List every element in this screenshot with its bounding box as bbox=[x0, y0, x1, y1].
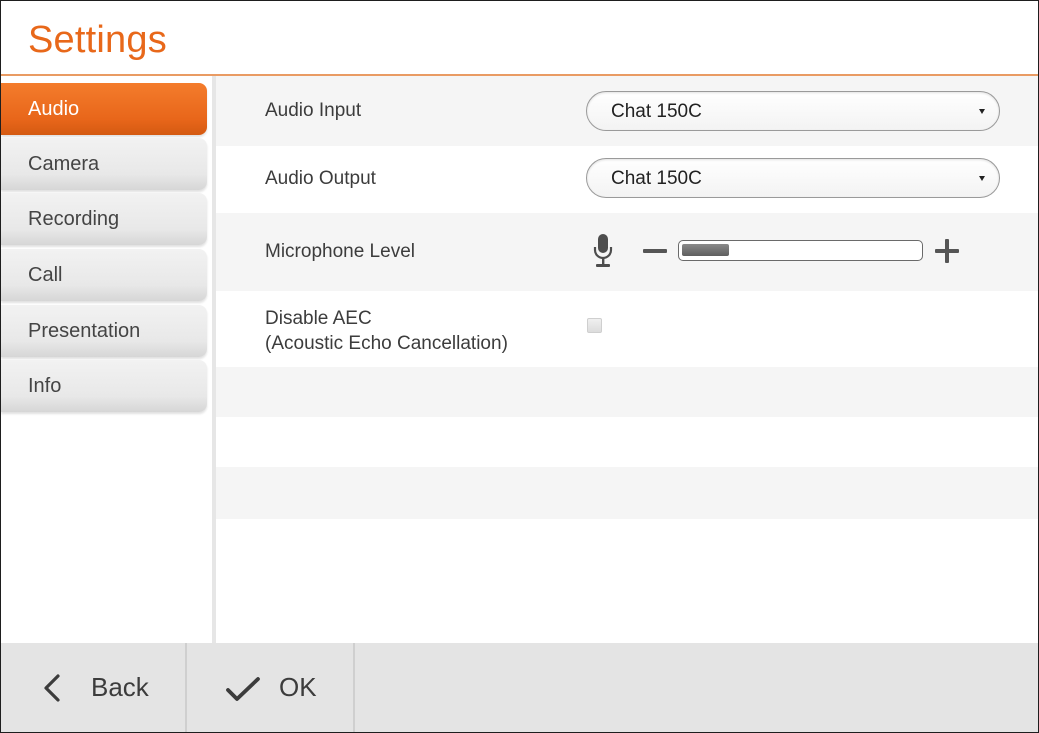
back-button-label: Back bbox=[91, 672, 149, 702]
aec-label: Disable AEC (Acoustic Echo Cancellation) bbox=[265, 306, 508, 356]
dropdown-caret-icon bbox=[979, 176, 985, 181]
page-title: Settings bbox=[28, 19, 167, 61]
sidebar-item-info[interactable]: Info bbox=[1, 360, 207, 412]
sidebar-item-call[interactable]: Call bbox=[1, 249, 207, 301]
audio-input-label: Audio Input bbox=[265, 100, 362, 121]
aec-label-line1: Disable AEC bbox=[265, 308, 372, 329]
audio-output-select[interactable]: Chat 150C bbox=[586, 158, 1000, 198]
disable-aec-checkbox[interactable] bbox=[587, 318, 602, 333]
sidebar-item-presentation[interactable]: Presentation bbox=[1, 305, 207, 357]
microphone-icon bbox=[593, 234, 613, 267]
dropdown-caret-icon bbox=[979, 109, 985, 114]
back-button[interactable]: Back bbox=[1, 643, 187, 732]
audio-output-value: Chat 150C bbox=[611, 168, 702, 189]
audio-input-value: Chat 150C bbox=[611, 101, 702, 122]
microphone-level-label: Microphone Level bbox=[265, 241, 415, 262]
sidebar: Audio Camera Recording Call Presentation… bbox=[1, 76, 216, 643]
settings-content: Audio Input Chat 150C Audio Output Chat … bbox=[216, 76, 1038, 643]
sidebar-item-camera[interactable]: Camera bbox=[1, 138, 207, 190]
empty-row bbox=[216, 417, 1038, 467]
mic-level-increase-button[interactable] bbox=[935, 239, 959, 263]
ok-button-label: OK bbox=[279, 672, 317, 702]
chevron-left-icon bbox=[44, 674, 60, 702]
empty-row bbox=[216, 467, 1038, 519]
audio-output-label: Audio Output bbox=[265, 168, 376, 189]
aec-label-line2: (Acoustic Echo Cancellation) bbox=[265, 333, 508, 354]
audio-input-select[interactable]: Chat 150C bbox=[586, 91, 1000, 131]
mic-level-decrease-button[interactable] bbox=[643, 249, 667, 253]
aec-row: Disable AEC (Acoustic Echo Cancellation) bbox=[216, 291, 1038, 367]
empty-row bbox=[216, 367, 1038, 417]
audio-input-row: Audio Input Chat 150C bbox=[216, 76, 1038, 146]
sidebar-item-audio[interactable]: Audio bbox=[1, 83, 207, 135]
audio-output-row: Audio Output Chat 150C bbox=[216, 146, 1038, 213]
header: Settings bbox=[1, 1, 1038, 77]
mic-level-fill bbox=[682, 244, 729, 256]
settings-window: Settings Audio Camera Recording Call Pre… bbox=[0, 0, 1039, 733]
microphone-level-row: Microphone Level bbox=[216, 213, 1038, 291]
mic-level-slider[interactable] bbox=[678, 240, 923, 261]
ok-button[interactable]: OK bbox=[189, 643, 355, 732]
checkmark-icon bbox=[226, 677, 260, 701]
footer-toolbar: Back OK bbox=[1, 643, 1038, 732]
sidebar-item-recording[interactable]: Recording bbox=[1, 193, 207, 245]
